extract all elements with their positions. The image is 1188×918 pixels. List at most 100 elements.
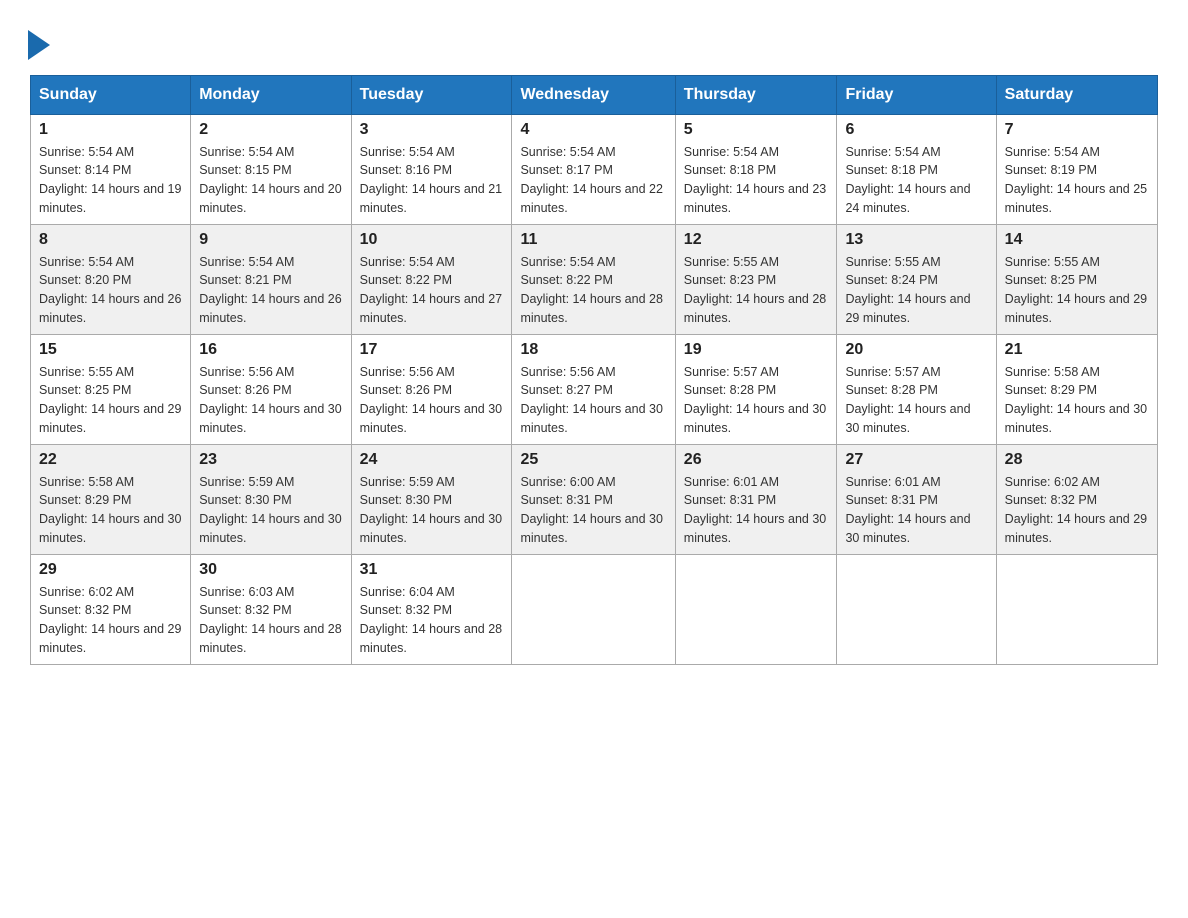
daylight-label: Daylight: 14 hours and 30 minutes. [1005,402,1147,435]
day-number: 21 [1005,341,1149,359]
calendar-cell: 30 Sunrise: 6:03 AM Sunset: 8:32 PM Dayl… [191,554,351,664]
sunset-label: Sunset: 8:31 PM [520,493,612,507]
sunrise-label: Sunrise: 5:54 AM [360,145,455,159]
sunset-label: Sunset: 8:19 PM [1005,163,1097,177]
day-info: Sunrise: 6:00 AM Sunset: 8:31 PM Dayligh… [520,473,666,548]
calendar-cell: 7 Sunrise: 5:54 AM Sunset: 8:19 PM Dayli… [996,114,1157,224]
calendar-week-row: 8 Sunrise: 5:54 AM Sunset: 8:20 PM Dayli… [31,224,1158,334]
calendar-cell: 9 Sunrise: 5:54 AM Sunset: 8:21 PM Dayli… [191,224,351,334]
sunset-label: Sunset: 8:23 PM [684,273,776,287]
sunset-label: Sunset: 8:24 PM [845,273,937,287]
day-info: Sunrise: 5:56 AM Sunset: 8:26 PM Dayligh… [360,363,504,438]
sunrise-label: Sunrise: 5:54 AM [520,145,615,159]
calendar-cell: 25 Sunrise: 6:00 AM Sunset: 8:31 PM Dayl… [512,444,675,554]
calendar-cell: 22 Sunrise: 5:58 AM Sunset: 8:29 PM Dayl… [31,444,191,554]
sunrise-label: Sunrise: 5:54 AM [199,145,294,159]
calendar-cell: 17 Sunrise: 5:56 AM Sunset: 8:26 PM Dayl… [351,334,512,444]
calendar-cell: 12 Sunrise: 5:55 AM Sunset: 8:23 PM Dayl… [675,224,837,334]
sunset-label: Sunset: 8:17 PM [520,163,612,177]
calendar-cell: 5 Sunrise: 5:54 AM Sunset: 8:18 PM Dayli… [675,114,837,224]
day-info: Sunrise: 5:54 AM Sunset: 8:20 PM Dayligh… [39,253,182,328]
calendar-cell: 6 Sunrise: 5:54 AM Sunset: 8:18 PM Dayli… [837,114,996,224]
sunrise-label: Sunrise: 6:02 AM [39,585,134,599]
calendar-cell: 15 Sunrise: 5:55 AM Sunset: 8:25 PM Dayl… [31,334,191,444]
day-number: 7 [1005,121,1149,139]
sunrise-label: Sunrise: 5:56 AM [520,365,615,379]
day-info: Sunrise: 5:54 AM Sunset: 8:14 PM Dayligh… [39,143,182,218]
day-info: Sunrise: 5:54 AM Sunset: 8:19 PM Dayligh… [1005,143,1149,218]
calendar-cell: 31 Sunrise: 6:04 AM Sunset: 8:32 PM Dayl… [351,554,512,664]
sunrise-label: Sunrise: 5:54 AM [1005,145,1100,159]
sunrise-label: Sunrise: 5:54 AM [199,255,294,269]
day-number: 18 [520,341,666,359]
calendar-cell: 10 Sunrise: 5:54 AM Sunset: 8:22 PM Dayl… [351,224,512,334]
daylight-label: Daylight: 14 hours and 23 minutes. [684,182,826,215]
calendar-header-sunday: Sunday [31,75,191,114]
calendar-cell: 1 Sunrise: 5:54 AM Sunset: 8:14 PM Dayli… [31,114,191,224]
day-number: 1 [39,121,182,139]
daylight-label: Daylight: 14 hours and 30 minutes. [845,402,970,435]
calendar-cell [996,554,1157,664]
day-info: Sunrise: 5:54 AM Sunset: 8:15 PM Dayligh… [199,143,342,218]
daylight-label: Daylight: 14 hours and 25 minutes. [1005,182,1147,215]
sunrise-label: Sunrise: 6:02 AM [1005,475,1100,489]
sunrise-label: Sunrise: 5:55 AM [1005,255,1100,269]
day-number: 13 [845,231,987,249]
sunset-label: Sunset: 8:26 PM [360,383,452,397]
daylight-label: Daylight: 14 hours and 28 minutes. [360,622,502,655]
sunrise-label: Sunrise: 5:57 AM [684,365,779,379]
calendar-week-row: 29 Sunrise: 6:02 AM Sunset: 8:32 PM Dayl… [31,554,1158,664]
day-number: 28 [1005,451,1149,469]
calendar-header-tuesday: Tuesday [351,75,512,114]
day-number: 2 [199,121,342,139]
sunrise-label: Sunrise: 5:54 AM [845,145,940,159]
daylight-label: Daylight: 14 hours and 29 minutes. [1005,292,1147,325]
sunset-label: Sunset: 8:32 PM [360,603,452,617]
calendar-header-monday: Monday [191,75,351,114]
sunrise-label: Sunrise: 5:54 AM [360,255,455,269]
day-info: Sunrise: 6:01 AM Sunset: 8:31 PM Dayligh… [684,473,829,548]
daylight-label: Daylight: 14 hours and 29 minutes. [1005,512,1147,545]
calendar-cell: 16 Sunrise: 5:56 AM Sunset: 8:26 PM Dayl… [191,334,351,444]
sunset-label: Sunset: 8:31 PM [845,493,937,507]
sunrise-label: Sunrise: 5:56 AM [360,365,455,379]
calendar-cell: 26 Sunrise: 6:01 AM Sunset: 8:31 PM Dayl… [675,444,837,554]
sunrise-label: Sunrise: 5:55 AM [39,365,134,379]
daylight-label: Daylight: 14 hours and 26 minutes. [199,292,341,325]
day-number: 30 [199,561,342,579]
day-number: 23 [199,451,342,469]
daylight-label: Daylight: 14 hours and 27 minutes. [360,292,502,325]
day-number: 17 [360,341,504,359]
sunset-label: Sunset: 8:28 PM [684,383,776,397]
day-number: 12 [684,231,829,249]
day-number: 31 [360,561,504,579]
sunset-label: Sunset: 8:18 PM [684,163,776,177]
daylight-label: Daylight: 14 hours and 29 minutes. [845,292,970,325]
day-info: Sunrise: 5:54 AM Sunset: 8:18 PM Dayligh… [684,143,829,218]
sunset-label: Sunset: 8:26 PM [199,383,291,397]
daylight-label: Daylight: 14 hours and 28 minutes. [199,622,341,655]
sunset-label: Sunset: 8:16 PM [360,163,452,177]
sunrise-label: Sunrise: 5:55 AM [845,255,940,269]
sunset-label: Sunset: 8:27 PM [520,383,612,397]
daylight-label: Daylight: 14 hours and 21 minutes. [360,182,502,215]
sunset-label: Sunset: 8:29 PM [39,493,131,507]
calendar-cell: 13 Sunrise: 5:55 AM Sunset: 8:24 PM Dayl… [837,224,996,334]
sunrise-label: Sunrise: 5:55 AM [684,255,779,269]
sunrise-label: Sunrise: 6:03 AM [199,585,294,599]
day-number: 22 [39,451,182,469]
sunrise-label: Sunrise: 5:54 AM [520,255,615,269]
day-number: 25 [520,451,666,469]
sunset-label: Sunset: 8:18 PM [845,163,937,177]
daylight-label: Daylight: 14 hours and 30 minutes. [684,512,826,545]
daylight-label: Daylight: 14 hours and 30 minutes. [360,512,502,545]
day-info: Sunrise: 5:54 AM Sunset: 8:16 PM Dayligh… [360,143,504,218]
day-number: 6 [845,121,987,139]
day-info: Sunrise: 5:54 AM Sunset: 8:22 PM Dayligh… [360,253,504,328]
daylight-label: Daylight: 14 hours and 30 minutes. [520,402,662,435]
day-number: 10 [360,231,504,249]
day-number: 9 [199,231,342,249]
sunset-label: Sunset: 8:32 PM [39,603,131,617]
sunrise-label: Sunrise: 5:57 AM [845,365,940,379]
calendar-cell: 27 Sunrise: 6:01 AM Sunset: 8:31 PM Dayl… [837,444,996,554]
